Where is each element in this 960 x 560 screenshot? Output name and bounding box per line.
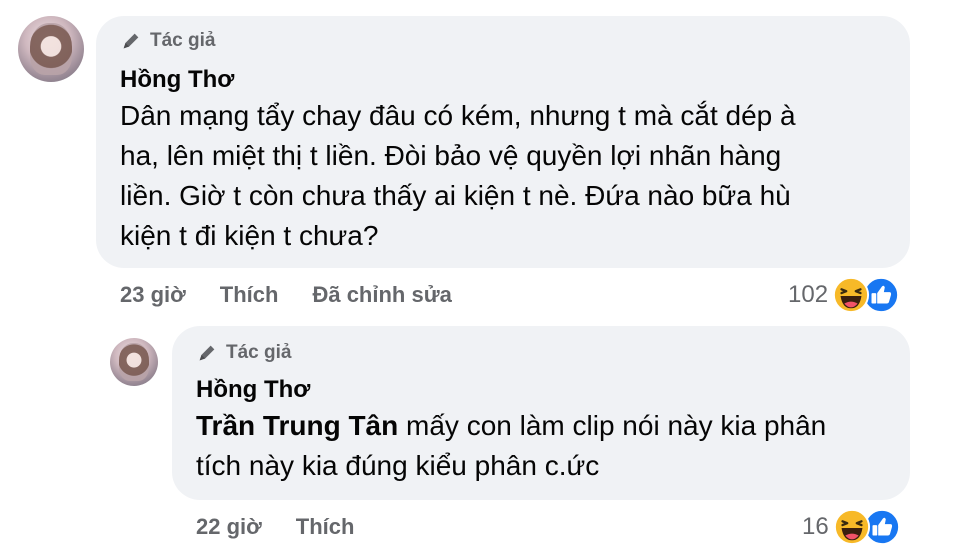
- reply-reaction-count: 16: [802, 513, 829, 540]
- reply-author-badge: Tác giả: [196, 342, 291, 364]
- comment-line: liền. Giờ t còn chưa thấy ai kiện t nè. …: [120, 180, 791, 211]
- haha-reaction-icon: [833, 508, 870, 546]
- pencil-icon: [123, 33, 139, 49]
- comment-text: Dân mạng tẩy chay đâu có kém, nhưng t mà…: [120, 96, 796, 256]
- reply-line-text: mấy con làm clip nói này kia phân: [398, 410, 827, 441]
- comment-line: ha, lên miệt thị t liền. Đòi bảo vệ quyề…: [120, 140, 782, 171]
- haha-reaction-icon: [832, 276, 870, 314]
- mention-link[interactable]: Trần Trung Tân: [196, 410, 398, 441]
- reaction-count: 102: [788, 281, 829, 308]
- reply-like-button[interactable]: Thích: [296, 514, 355, 540]
- reply-avatar[interactable]: [110, 338, 158, 386]
- reply-badge-label: Tác giả: [226, 342, 292, 363]
- comment-line: kiện t đi kiện t chưa?: [120, 220, 379, 251]
- reply-line: tích này kia đúng kiểu phân c.ức: [196, 450, 600, 481]
- reply-text: Trần Trung Tân mấy con làm clip nói này …: [196, 406, 826, 486]
- pencil-icon: [199, 345, 215, 361]
- reply-bubble: Tác giả Hồng Thơ Trần Trung Tân mấy con …: [172, 326, 910, 500]
- reply-reaction-summary[interactable]: 16: [802, 508, 901, 546]
- reply-author-name[interactable]: Hồng Thơ: [196, 376, 310, 404]
- edited-label[interactable]: Đã chỉnh sửa: [312, 282, 451, 308]
- comment-bubble: Tác giả Hồng Thơ Dân mạng tẩy chay đâu c…: [96, 16, 910, 268]
- avatar[interactable]: [18, 16, 84, 82]
- like-button[interactable]: Thích: [220, 282, 279, 308]
- author-badge-label: Tác giả: [150, 30, 216, 51]
- reply-timestamp[interactable]: 22 giờ: [196, 514, 262, 540]
- comment-author-name[interactable]: Hồng Thơ: [120, 66, 234, 94]
- comment-timestamp[interactable]: 23 giờ: [120, 282, 186, 308]
- reply-actions: 22 giờ Thích: [196, 514, 354, 540]
- reaction-summary[interactable]: 102: [788, 276, 900, 314]
- comment-actions: 23 giờ Thích Đã chỉnh sửa: [120, 282, 452, 308]
- comment-line: Dân mạng tẩy chay đâu có kém, nhưng t mà…: [120, 100, 796, 131]
- author-badge: Tác giả: [120, 30, 215, 52]
- reply-line: Trần Trung Tân mấy con làm clip nói này …: [196, 406, 826, 446]
